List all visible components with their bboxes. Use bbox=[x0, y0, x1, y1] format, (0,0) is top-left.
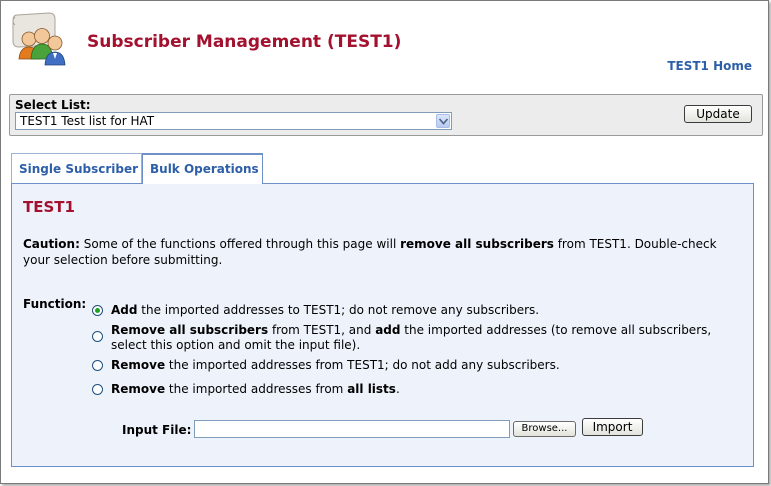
option-remove-all-add-label: Remove all subscribers from TEST1, and a… bbox=[111, 323, 741, 353]
home-link[interactable]: TEST1 Home bbox=[667, 59, 752, 73]
app-window: Subscriber Management (TEST1) TEST1 Home… bbox=[0, 0, 769, 484]
function-label: Function: bbox=[23, 297, 87, 311]
subscribers-group-icon bbox=[12, 12, 66, 66]
option-add-bold: Add bbox=[111, 303, 138, 317]
option-remove-all-lists-bold: Remove bbox=[111, 382, 166, 396]
select-list-panel: Select List: TEST1 Test list for HAT Upd… bbox=[9, 94, 763, 136]
radio-add[interactable] bbox=[92, 305, 103, 316]
caution-bold: remove all subscribers bbox=[400, 237, 554, 251]
option-remove-all-bold: Remove all subscribers bbox=[111, 323, 269, 337]
option-remove-imported-label: Remove the imported addresses from TEST1… bbox=[111, 358, 741, 373]
caution-prefix: Caution: bbox=[23, 237, 80, 251]
browse-button[interactable]: Browse... bbox=[513, 421, 576, 437]
list-name-heading: TEST1 bbox=[23, 198, 75, 216]
option-remove-imported-text: the imported addresses from TEST1; do no… bbox=[165, 358, 560, 372]
radio-remove-imported[interactable] bbox=[92, 360, 103, 371]
option-remove-all-lists-label: Remove the imported addresses from all l… bbox=[111, 382, 741, 397]
list-select[interactable]: TEST1 Test list for HAT bbox=[15, 112, 452, 130]
radio-remove-all-add[interactable] bbox=[92, 331, 103, 342]
input-file-field[interactable] bbox=[194, 420, 510, 438]
tab-single-subscriber[interactable]: Single Subscriber bbox=[11, 153, 142, 183]
option-remove-all-lists-bold-2: all lists bbox=[347, 382, 396, 396]
caution-message: Caution: Some of the functions offered t… bbox=[23, 236, 738, 268]
radio-remove-all-lists[interactable] bbox=[92, 384, 103, 395]
import-button[interactable]: Import bbox=[582, 418, 643, 436]
option-remove-imported-bold: Remove bbox=[111, 358, 166, 372]
input-file-label: Input File: bbox=[122, 423, 192, 437]
bulk-operations-panel: TEST1 Caution: Some of the functions off… bbox=[11, 183, 754, 467]
update-button[interactable]: Update bbox=[684, 105, 752, 123]
chevron-down-icon[interactable] bbox=[436, 114, 450, 128]
option-remove-all-lists-text: the imported addresses from bbox=[165, 382, 348, 396]
option-remove-all-text-1: from TEST1, and bbox=[268, 323, 376, 337]
caution-text-1: Some of the functions offered through th… bbox=[79, 237, 401, 251]
option-add-label: Add the imported addresses to TEST1; do … bbox=[111, 303, 741, 318]
option-add-text: the imported addresses to TEST1; do not … bbox=[137, 303, 540, 317]
select-list-label: Select List: bbox=[15, 98, 91, 112]
list-select-value: TEST1 Test list for HAT bbox=[20, 114, 155, 128]
option-remove-all-bold-2: add bbox=[375, 323, 401, 337]
tab-bulk-operations[interactable]: Bulk Operations bbox=[142, 153, 263, 184]
option-remove-all-lists-text-2: . bbox=[395, 382, 400, 396]
page-title: Subscriber Management (TEST1) bbox=[87, 32, 402, 52]
